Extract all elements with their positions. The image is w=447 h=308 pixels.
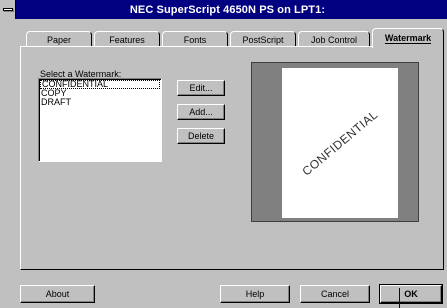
tab-watermark-label: Watermark	[384, 33, 432, 44]
window-title: NEC SuperScript 4650N PS on LPT1:	[129, 3, 326, 16]
mouse-cursor	[399, 288, 400, 308]
about-button[interactable]: About	[20, 285, 95, 303]
cancel-button[interactable]: Cancel	[300, 285, 370, 303]
tab-fonts-label: Fonts	[183, 34, 207, 45]
tab-features-label: Features	[109, 34, 145, 45]
help-button[interactable]: Help	[220, 285, 290, 303]
tab-paper-label: Paper	[46, 34, 72, 45]
list-item[interactable]: DRAFT	[39, 98, 161, 107]
system-menu-button[interactable]	[0, 0, 16, 19]
ok-button[interactable]: OK	[379, 284, 443, 304]
tab-job-control[interactable]: Job Control	[298, 31, 370, 47]
tab-fonts[interactable]: Fonts	[162, 31, 228, 47]
add-button[interactable]: Add...	[177, 104, 225, 120]
tab-paper[interactable]: Paper	[26, 31, 92, 47]
tab-strip: Paper Features Fonts PostScript Job Cont…	[20, 28, 445, 48]
tab-watermark[interactable]: Watermark	[372, 28, 444, 48]
tab-job-control-label: Job Control	[310, 34, 358, 45]
watermark-preview-page: CONFIDENTIAL	[282, 68, 398, 218]
watermark-listbox[interactable]: CONFIDENTIAL COPY DRAFT	[38, 78, 162, 162]
system-menu-icon	[2, 8, 13, 11]
watermark-preview-text: CONFIDENTIAL	[299, 107, 381, 179]
delete-button[interactable]: Delete	[177, 128, 225, 144]
title-bar: NEC SuperScript 4650N PS on LPT1:	[0, 0, 447, 19]
tab-features[interactable]: Features	[94, 31, 160, 47]
tab-postscript[interactable]: PostScript	[230, 31, 296, 47]
edit-button[interactable]: Edit...	[177, 80, 225, 96]
tab-postscript-label: PostScript	[242, 34, 284, 45]
